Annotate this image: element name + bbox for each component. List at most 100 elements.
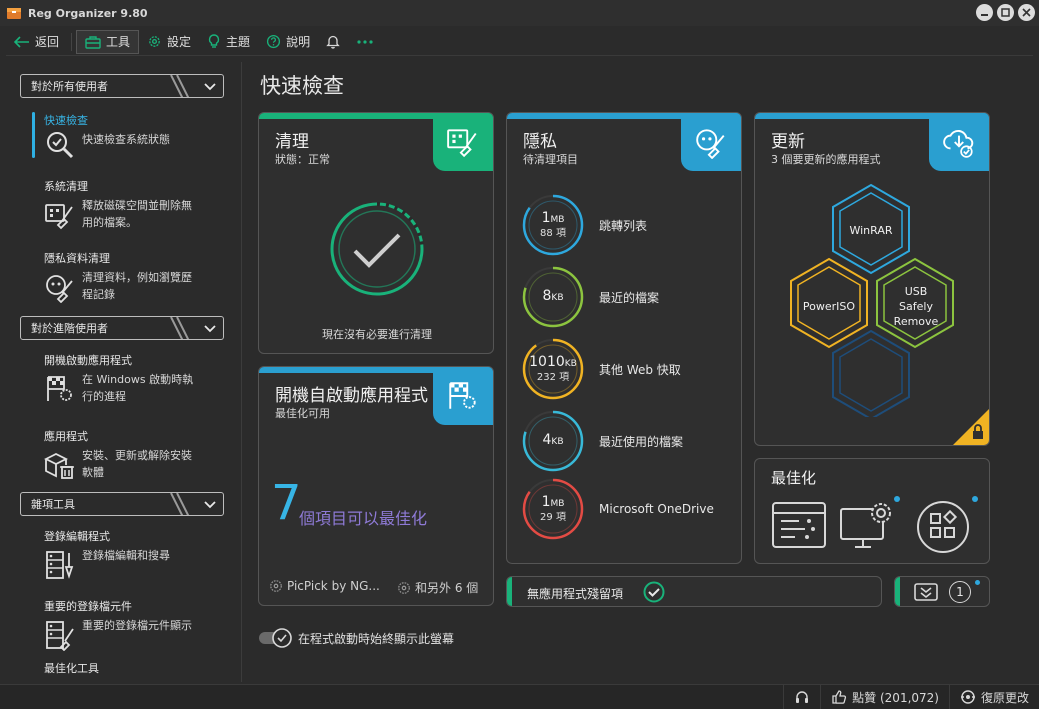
card-subtitle: 狀態：正常 (275, 153, 330, 166)
privacy-count: 29 項 (540, 512, 566, 523)
sidebar-item-quick-check[interactable]: 快速檢查 快速檢查系統狀態 (20, 112, 230, 172)
privacy-item[interactable]: 8KB 最近的檔案 (521, 265, 659, 329)
section-advanced-users[interactable]: 對於進階使用者 (20, 316, 224, 340)
card-corner (929, 113, 989, 171)
theme-button[interactable]: 主題 (199, 30, 258, 54)
startup-app1[interactable]: PicPick by NG... (269, 579, 380, 593)
gear-icon (270, 580, 282, 592)
minimize-icon (981, 14, 988, 16)
registry-edit-icon (46, 551, 74, 579)
sidebar-item-title: 重要的登錄檔元件 (44, 600, 132, 613)
card-subtitle: 最佳化可用 (275, 407, 330, 420)
bell-icon (326, 35, 340, 49)
sidebar-item-registry-editor[interactable]: 登錄編輯程式 登錄檔編輯和搜尋 (20, 528, 230, 598)
section-label: 對於進階使用者 (31, 322, 108, 335)
privacy-item-label: 最近的檔案 (599, 290, 660, 305)
section-label: 對於所有使用者 (31, 80, 108, 93)
card-subtitle: 待清理項目 (523, 153, 578, 166)
leftovers-label: 無應用程式殘留項 (527, 587, 624, 601)
tools-label: 工具 (106, 35, 131, 49)
lock-corner-icon[interactable] (953, 409, 989, 445)
chevron-down-icon (204, 325, 216, 333)
privacy-size: 1MB (541, 210, 565, 226)
privacy-item[interactable]: 4KB 最近使用的檔案 (521, 409, 683, 473)
sidebar-item-desc-line: 行的進程 (82, 390, 126, 403)
maximize-button[interactable] (997, 4, 1014, 21)
privacy-card[interactable]: 隱私 待清理項目 1MB 88 項 跳轉列表 8KB 最近的檔案 1010KB 232 項 其… (506, 112, 742, 564)
restore-changes-button[interactable]: 復原更改 (948, 684, 1039, 709)
title-bar: Reg Organizer 9.80 (0, 0, 1039, 26)
like-button[interactable]: 點贊 (201,072) (820, 684, 949, 709)
always-show-toggle-row[interactable]: 在程式啟動時始終顯示此螢幕 (258, 628, 454, 648)
startup-count: 7 (271, 475, 302, 531)
clean-card[interactable]: 清理 狀態：正常 現在沒有必要進行清理 (258, 112, 494, 354)
help-button[interactable]: 說明 (258, 30, 318, 54)
leftovers-bar[interactable]: 無應用程式殘留項 (506, 576, 882, 607)
privacy-item[interactable]: 1010KB 232 項 其他 Web 快取 (521, 337, 681, 401)
pill-accent (507, 577, 512, 606)
sidebar-item-applications[interactable]: 應用程式 安裝、更新或解除安裝 軟體 (20, 428, 230, 492)
privacy-size: 1010KB (529, 354, 577, 370)
privacy-size-ring: 4KB (521, 409, 585, 473)
sidebar-item-title: 快速檢查 (44, 114, 88, 127)
settings-panel-icon[interactable] (771, 499, 827, 551)
tools-button[interactable]: 工具 (76, 29, 140, 54)
toolbox-icon (85, 35, 101, 49)
privacy-item[interactable]: 1MB 29 項 Microsoft OneDrive (521, 477, 714, 541)
monitor-gear-icon[interactable] (839, 495, 901, 553)
card-corner (433, 367, 493, 425)
sidebar-item-title: 隱私資料清理 (44, 252, 110, 265)
empty-hexagon (832, 329, 910, 417)
privacy-count: 232 項 (536, 372, 570, 383)
minimize-button[interactable] (976, 4, 993, 21)
updates-card[interactable]: 更新 3 個要更新的應用程式 WinRAR PowerISO USB Safel… (754, 112, 990, 446)
headset-icon (796, 691, 809, 703)
card-title: 隱私 (523, 132, 557, 152)
card-title: 最佳化 (771, 469, 817, 487)
sidebar-item-privacy-clean[interactable]: 隱私資料清理 清理資料，例如瀏覽歷 程記錄 (20, 250, 230, 310)
check-circle-icon (330, 202, 424, 296)
settings-button[interactable]: 設定 (139, 30, 199, 54)
registry-broom-icon (46, 621, 74, 651)
collapse-widget[interactable]: 1 (894, 576, 990, 607)
sidebar-item-title: 登錄編輯程式 (44, 530, 110, 543)
support-button[interactable] (783, 684, 820, 709)
toggle-switch-icon[interactable] (258, 628, 292, 648)
section-misc-tools[interactable]: 雜項工具 (20, 492, 224, 516)
sidebar-item-title: 最佳化工具 (44, 662, 99, 675)
sidebar-item-optimization-tools[interactable]: 最佳化工具 (20, 660, 230, 682)
startup-app1-label: PicPick by NG... (287, 579, 380, 593)
startup-card[interactable]: 開機自啟動應用程式 最佳化可用 7 個項目可以最佳化 PicPick by NG… (258, 366, 494, 606)
startup-more-label: 和另外 6 個 (415, 581, 479, 595)
more-button[interactable] (348, 30, 382, 54)
sidebar-item-system-clean[interactable]: 系統清理 釋放磁碟空間並刪除無 用的檔案。 (20, 178, 230, 246)
chevron-down-icon (204, 501, 216, 509)
sidebar-item-startup-apps[interactable]: 開機啟動應用程式 在 Windows 啟動時執 行的進程 (20, 352, 230, 426)
sidebar-item-important-registry[interactable]: 重要的登錄檔元件 重要的登錄檔元件顯示 (20, 598, 230, 660)
stripes-decoration-icon (170, 317, 190, 339)
privacy-count: 88 項 (540, 228, 566, 239)
more-dots-icon (357, 39, 373, 44)
privacy-size-ring: 1010KB 232 項 (521, 337, 585, 401)
card-subtitle: 3 個要更新的應用程式 (771, 153, 881, 166)
card-corner (433, 113, 493, 171)
privacy-broom-icon (696, 129, 725, 159)
section-all-users[interactable]: 對於所有使用者 (20, 74, 224, 98)
close-button[interactable] (1018, 4, 1035, 21)
question-circle-icon (266, 34, 281, 49)
magnifier-check-icon (47, 132, 74, 159)
privacy-item[interactable]: 1MB 88 項 跳轉列表 (521, 193, 647, 257)
notifications-button[interactable] (318, 30, 348, 54)
maximize-icon (1001, 8, 1010, 17)
optimize-card[interactable]: 最佳化 (754, 458, 990, 564)
close-icon (1022, 8, 1031, 17)
sidebar-item-desc-line: 釋放磁碟空間並刪除無 (82, 199, 192, 212)
back-button[interactable]: 返回 (6, 30, 67, 54)
arrow-left-icon (14, 35, 29, 48)
startup-more[interactable]: 和另外 6 個 (397, 579, 478, 596)
chevron-down-icon (204, 83, 216, 91)
privacy-size-ring: 8KB (521, 265, 585, 329)
startup-count-text: 個項目可以最佳化 (299, 509, 428, 528)
apps-grid-icon[interactable] (913, 495, 985, 555)
stripes-decoration-icon (170, 493, 190, 515)
